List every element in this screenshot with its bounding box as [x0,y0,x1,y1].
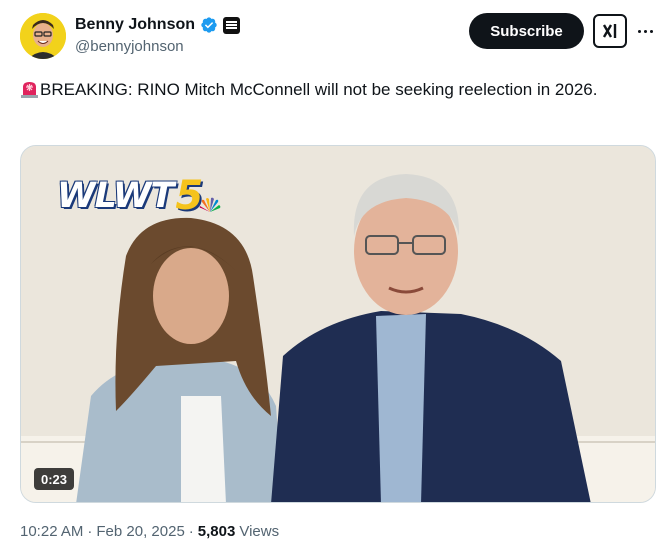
avatar[interactable] [20,13,66,59]
subscribe-button[interactable]: Subscribe [469,13,584,49]
affiliation-badge-icon[interactable] [223,16,241,34]
video-duration: 0:23 [34,468,75,490]
tweet-body: BREAKING: RINO Mitch McConnell will not … [40,80,598,99]
views-count[interactable]: 5,803 [198,523,236,540]
peacock-icon [199,197,221,212]
rotating-light-icon [20,80,39,98]
tweet-card: Benny Johnson @bennyjohnson Subscribe BR… [0,0,671,549]
meta-separator: · [87,523,93,540]
views-label: Views [239,523,280,540]
more-options-icon[interactable] [632,18,658,44]
video-player[interactable]: WLWT 5 0:23 [20,145,656,503]
post-time[interactable]: 10:22 AM [20,523,83,540]
station-logo-text: WLWT [57,176,174,216]
tweet-meta: 10:22 AM · Feb 20, 2025 · 5,803 Views [20,523,279,540]
meta-separator: · [188,523,194,540]
author-info: Benny Johnson @bennyjohnson [75,14,241,55]
grok-icon[interactable] [593,14,627,48]
station-logo: WLWT 5 [57,173,221,219]
handle[interactable]: @bennyjohnson [75,38,240,55]
display-name[interactable]: Benny Johnson [75,16,195,34]
tweet-text: BREAKING: RINO Mitch McConnell will not … [20,77,650,103]
post-date[interactable]: Feb 20, 2025 [96,523,184,540]
avatar-image [20,13,66,59]
verified-badge-icon[interactable] [200,16,218,34]
